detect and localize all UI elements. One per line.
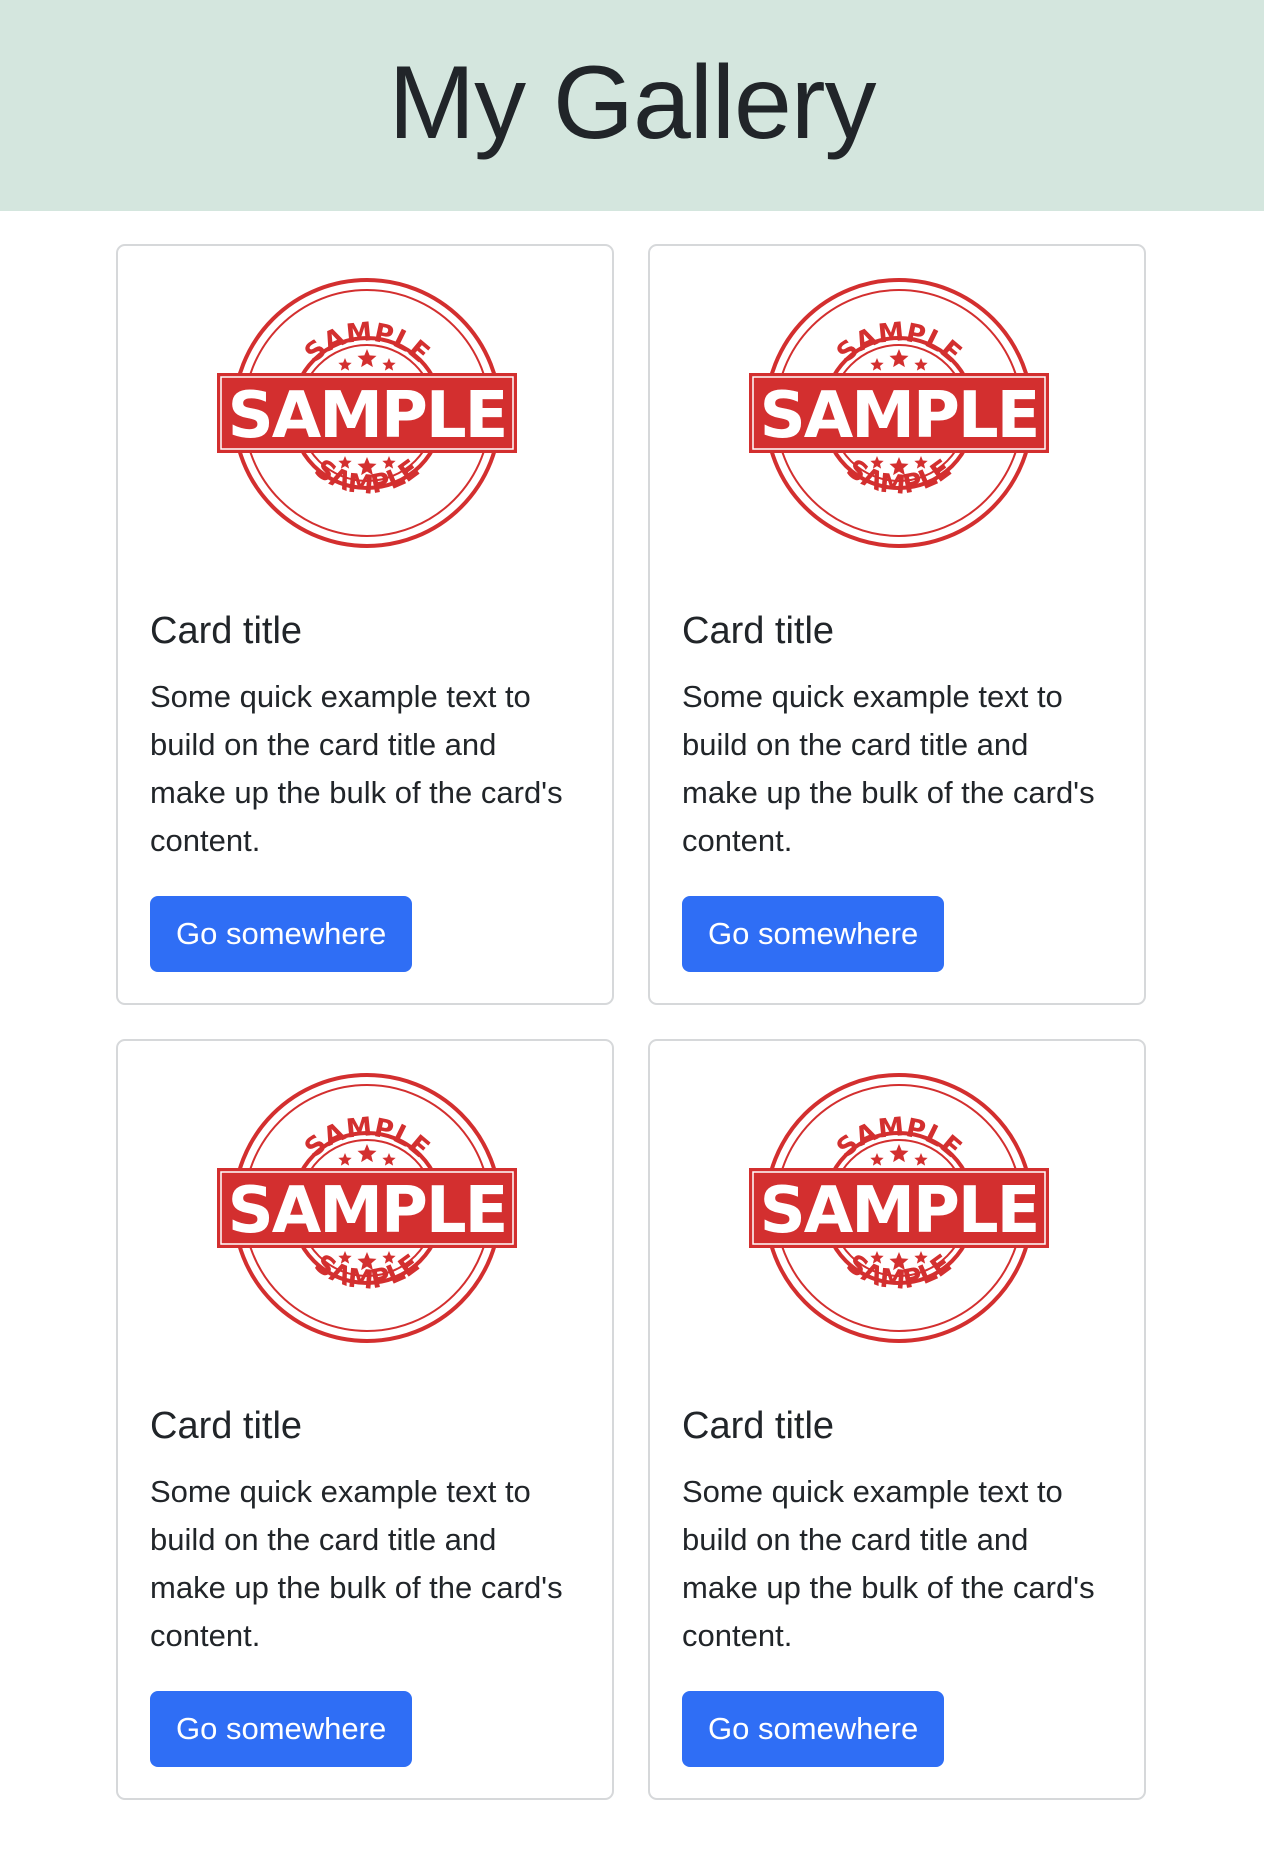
- card-body: Card title Some quick example text to bu…: [150, 1404, 588, 1660]
- svg-text:SAMPLE: SAMPLE: [228, 379, 507, 453]
- svg-text:SAMPLE: SAMPLE: [760, 1174, 1039, 1248]
- card-text: Some quick example text to build on the …: [150, 678, 563, 858]
- card-title: Card title: [682, 1405, 835, 1447]
- card-body: Card title Some quick example text to bu…: [682, 609, 1120, 865]
- card-text: Some quick example text to build on the …: [682, 678, 1095, 858]
- sample-stamp-image: SAMPLE SAMPLE SAMPLE: [217, 278, 517, 548]
- go-somewhere-button[interactable]: Go somewhere: [682, 1691, 945, 1767]
- card-title: Card title: [150, 1405, 303, 1447]
- card-title: Card title: [682, 610, 835, 652]
- gallery-card: SAMPLE SAMPLE SAMPLE Card title Some qui…: [116, 244, 614, 1005]
- gallery-card: SAMPLE SAMPLE SAMPLE Card title Some qui…: [116, 1039, 614, 1800]
- card-text: Some quick example text to build on the …: [150, 1473, 563, 1653]
- page-title: My Gallery: [388, 44, 877, 161]
- sample-stamp-image: SAMPLE SAMPLE SAMPLE: [749, 1073, 1049, 1343]
- card-gallery: SAMPLE SAMPLE SAMPLE Card title Some qui…: [116, 244, 1148, 1800]
- page-header: My Gallery: [0, 0, 1264, 211]
- svg-text:SAMPLE: SAMPLE: [760, 379, 1039, 453]
- go-somewhere-button[interactable]: Go somewhere: [150, 896, 413, 972]
- sample-stamp-image: SAMPLE SAMPLE SAMPLE: [749, 278, 1049, 548]
- card-text: Some quick example text to build on the …: [682, 1473, 1095, 1653]
- svg-text:SAMPLE: SAMPLE: [228, 1174, 507, 1248]
- go-somewhere-button[interactable]: Go somewhere: [682, 896, 945, 972]
- sample-stamp-image: SAMPLE SAMPLE SAMPLE: [217, 1073, 517, 1343]
- card-title: Card title: [150, 610, 303, 652]
- gallery-card: SAMPLE SAMPLE SAMPLE Card title Some qui…: [648, 244, 1146, 1005]
- card-body: Card title Some quick example text to bu…: [150, 609, 588, 865]
- card-body: Card title Some quick example text to bu…: [682, 1404, 1120, 1660]
- gallery-card: SAMPLE SAMPLE SAMPLE Card title Some qui…: [648, 1039, 1146, 1800]
- go-somewhere-button[interactable]: Go somewhere: [150, 1691, 413, 1767]
